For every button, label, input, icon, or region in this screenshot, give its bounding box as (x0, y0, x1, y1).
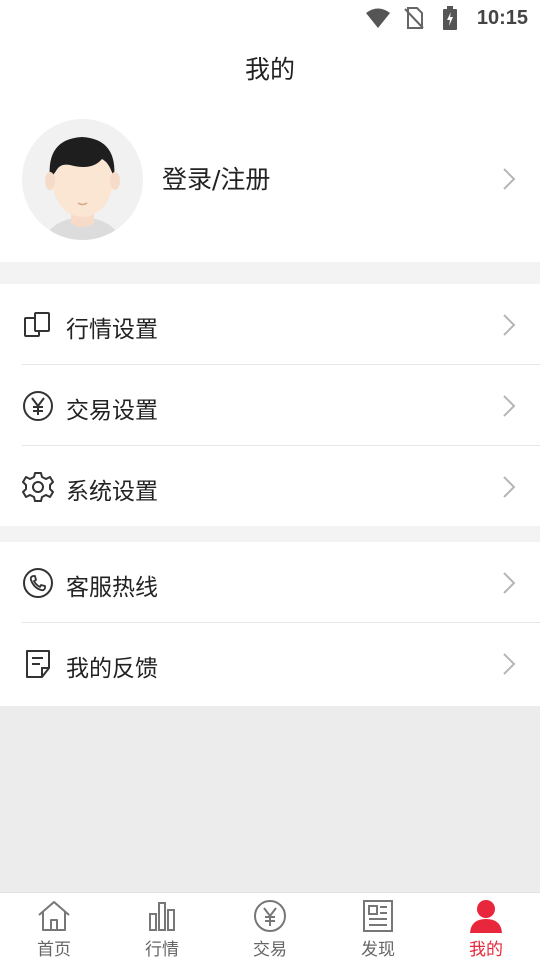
menu-item-label: 系统设置 (66, 479, 158, 505)
tab-label: 首页 (37, 940, 71, 960)
menu-item-trade-settings[interactable]: 交易设置 (0, 365, 540, 446)
feedback-icon (26, 650, 50, 678)
menu-item-customer-hotline[interactable]: 客服热线 (0, 542, 540, 623)
tab-trade[interactable]: 交易 (216, 893, 324, 960)
profile-row[interactable]: 登录/注册 (0, 100, 540, 262)
menu-item-label: 客服热线 (66, 575, 158, 601)
chevron-right-icon (503, 395, 516, 417)
battery-charging-icon (437, 6, 463, 30)
tab-market[interactable]: 行情 (108, 893, 216, 960)
tab-label: 行情 (145, 940, 179, 960)
status-bar: 10:15 (0, 0, 540, 36)
menu-item-label: 交易设置 (66, 398, 158, 424)
menu-item-market-settings[interactable]: 行情设置 (0, 284, 540, 365)
settings-menu: 行情设置 交易设置 系统设置 (0, 284, 540, 527)
menu-item-label: 行情设置 (66, 317, 158, 343)
no-sim-icon (401, 6, 427, 30)
tab-home[interactable]: 首页 (0, 893, 108, 960)
menu-item-label: 我的反馈 (66, 656, 158, 682)
person-icon (470, 900, 502, 933)
menu-item-my-feedback[interactable]: 我的反馈 (0, 623, 540, 704)
chevron-right-icon (503, 572, 516, 594)
tab-label: 交易 (253, 940, 287, 960)
phone-icon (23, 568, 53, 598)
page-title: 我的 (244, 55, 295, 84)
yen-circle-icon (23, 391, 53, 421)
login-register-link[interactable]: 登录/注册 (162, 160, 270, 196)
gear-icon (22, 472, 54, 502)
tab-discover[interactable]: 发现 (324, 893, 432, 960)
section-gap (0, 526, 540, 542)
tab-label: 发现 (361, 940, 395, 960)
chevron-right-icon (503, 314, 516, 336)
page-header: 我的 (0, 36, 540, 100)
home-icon (38, 901, 70, 931)
section-gap (0, 262, 540, 284)
support-menu: 客服热线 我的反馈 (0, 542, 540, 706)
bar-chart-icon (149, 902, 175, 931)
chevron-right-icon (503, 476, 516, 498)
tab-mine[interactable]: 我的 (432, 893, 540, 960)
tab-label: 我的 (469, 940, 503, 960)
status-time: 10:15 (476, 6, 528, 29)
yen-circle-icon (254, 900, 286, 932)
menu-item-system-settings[interactable]: 系统设置 (0, 446, 540, 527)
user-avatar-icon (22, 119, 143, 240)
wifi-icon (365, 6, 391, 30)
avatar[interactable] (22, 119, 143, 240)
chevron-right-icon (503, 653, 516, 675)
market-settings-icon (24, 312, 50, 337)
chevron-right-icon (503, 168, 516, 190)
bottom-tab-bar: 首页 行情 交易 发现 我的 (0, 892, 540, 960)
news-icon (363, 900, 393, 932)
